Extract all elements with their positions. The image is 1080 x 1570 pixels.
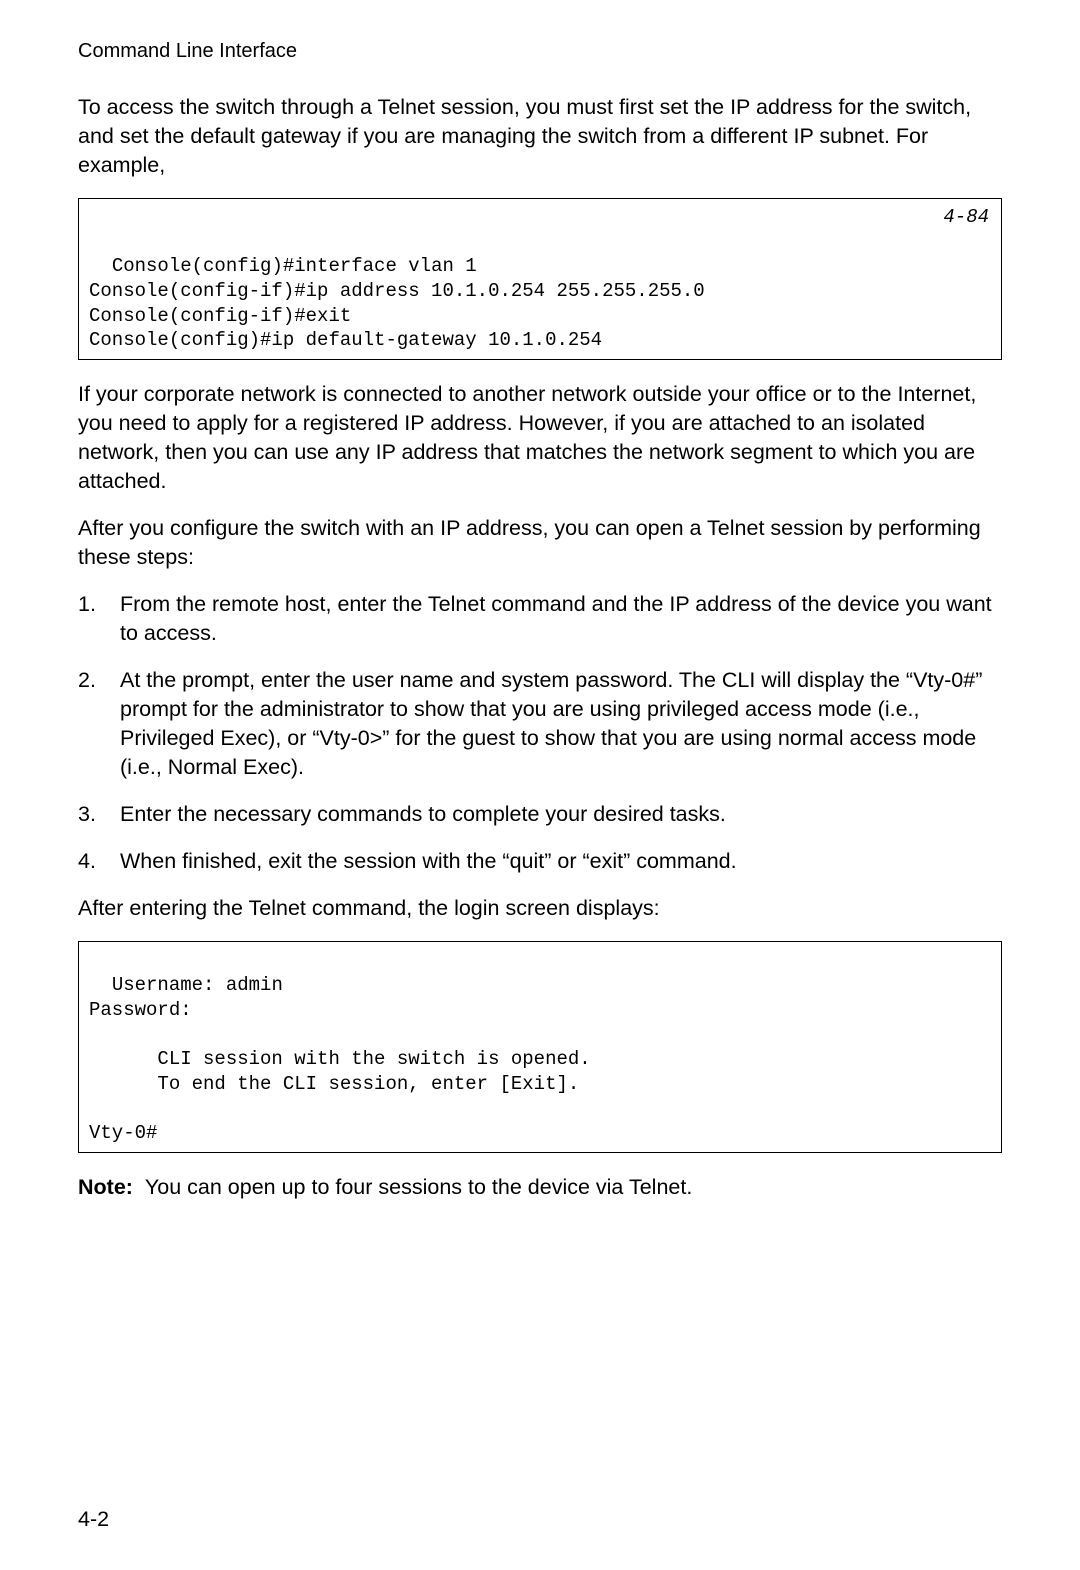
code-content: Console(config)#interface vlan 1 Console…: [89, 255, 705, 351]
code-content: Username: admin Password: CLI session wi…: [89, 974, 591, 1144]
code-block-config: 4-84 Console(config)#interface vlan 1 Co…: [78, 198, 1002, 360]
note: Note: You can open up to four sessions t…: [78, 1173, 1002, 1202]
login-paragraph: After entering the Telnet command, the l…: [78, 894, 1002, 923]
step-item: From the remote host, enter the Telnet c…: [78, 590, 1002, 648]
section-header: Command Line Interface: [78, 40, 1002, 63]
note-label: Note:: [78, 1175, 133, 1199]
steps-list: From the remote host, enter the Telnet c…: [78, 590, 1002, 876]
step-item: Enter the necessary commands to complete…: [78, 800, 1002, 829]
telnet-intro-paragraph: After you configure the switch with an I…: [78, 514, 1002, 572]
code-reference: 4-84: [943, 205, 989, 230]
page-number: 4-2: [78, 1507, 109, 1532]
step-item: At the prompt, enter the user name and s…: [78, 666, 1002, 782]
note-text: You can open up to four sessions to the …: [145, 1175, 692, 1199]
step-item: When finished, exit the session with the…: [78, 847, 1002, 876]
network-paragraph: If your corporate network is connected t…: [78, 380, 1002, 496]
code-block-login: Username: admin Password: CLI session wi…: [78, 941, 1002, 1153]
intro-paragraph: To access the switch through a Telnet se…: [78, 93, 1002, 180]
